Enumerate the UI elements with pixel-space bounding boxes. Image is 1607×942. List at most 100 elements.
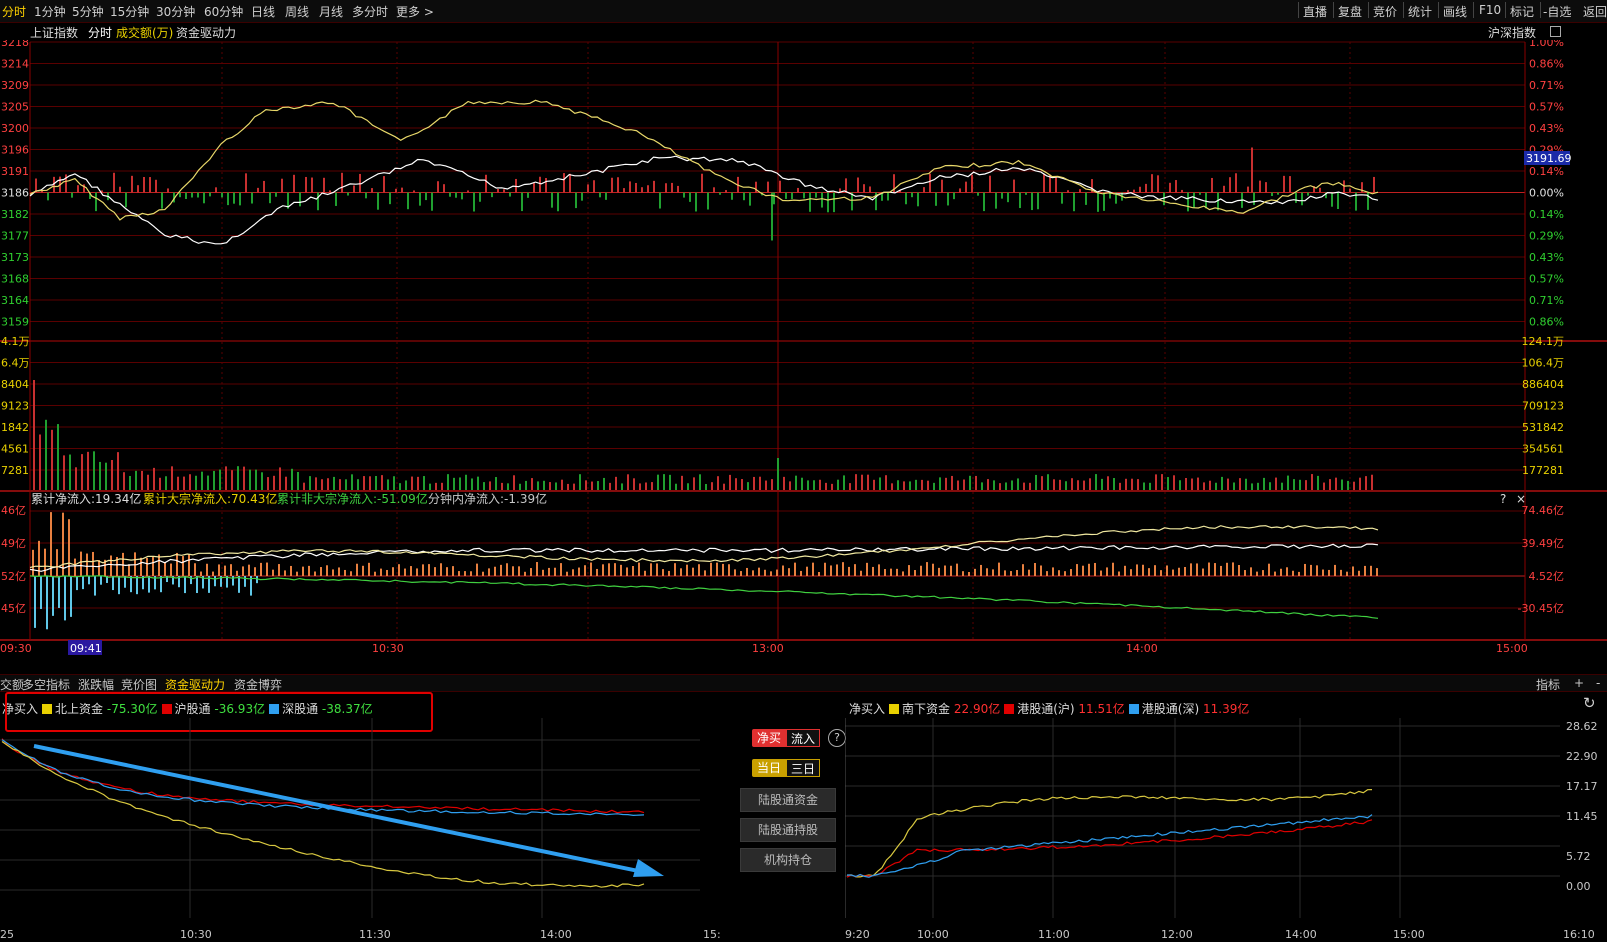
volume-tick-right: 124.1万 <box>1522 335 1565 348</box>
south-label-total: 南下资金 <box>902 702 951 716</box>
today-toggle[interactable]: 当日 <box>752 759 786 777</box>
north-sh-line <box>1 738 645 814</box>
price-tick-left: 3168 <box>1 273 29 286</box>
flow-legend-block: 累计大宗净流入:70.43亿 <box>143 491 277 506</box>
flow-legend-nonblock: 累计非大宗净流入:-51.09亿 <box>277 491 428 506</box>
south-y-tick-2: 17.17 <box>1566 780 1598 793</box>
north-x-label-1: 10:30 <box>180 928 212 941</box>
period-tab-week[interactable]: 周线 <box>285 3 309 20</box>
tab-fund-drive[interactable]: 资金驱动力 <box>165 676 225 693</box>
price-tick-left: 3205 <box>1 101 29 114</box>
f10-button[interactable]: F10 <box>1479 3 1501 17</box>
add-indicator-button[interactable]: + <box>1574 676 1584 690</box>
price-tick-right: 0.57% <box>1529 273 1564 286</box>
period-tab-15min[interactable]: 15分钟 <box>110 3 149 20</box>
price-tick-right: 0.43% <box>1529 251 1564 264</box>
divider <box>1473 2 1474 18</box>
time-label-0930: 09:30 <box>0 642 32 655</box>
draw-line-button[interactable]: 画线 <box>1443 3 1467 20</box>
back-button[interactable]: 返回 <box>1583 3 1607 20</box>
south-y-tick-3: 11.45 <box>1566 810 1598 823</box>
net-buy-toggle[interactable]: 净买 <box>752 729 786 747</box>
tab-turnover[interactable]: 交额 <box>0 676 24 693</box>
price-tick-left: 3214 <box>1 58 29 71</box>
three-days-toggle[interactable]: 三日 <box>786 759 820 777</box>
volume-tick-right: 177281 <box>1522 464 1564 477</box>
south-sh-line <box>846 819 1373 878</box>
inflow-toggle[interactable]: 流入 <box>786 729 820 747</box>
south-x-label-4: 14:00 <box>1285 928 1317 941</box>
flow-axis-left: 46亿 49亿 52亿 45亿 <box>1 504 26 615</box>
current-price-label: 3191.69 <box>1526 152 1572 165</box>
cum-net-inflow-line <box>29 543 1379 572</box>
flow-help-icon[interactable]: ? <box>1500 492 1506 506</box>
price-axis-right: 1.00% 0.86% 0.71% 0.57% 0.43% 0.29% 0.14% 0.00%… <box>1529 40 1564 329</box>
period-tab-60min[interactable]: 60分钟 <box>204 3 243 20</box>
remove-watchlist-button[interactable]: -自选 <box>1543 3 1571 20</box>
period-tab-5min[interactable]: 5分钟 <box>72 3 104 20</box>
volume-tick-right: 106.4万 <box>1522 357 1565 370</box>
south-x-label-1: 10:00 <box>917 928 949 941</box>
price-tick-left: 3177 <box>1 230 29 243</box>
volume-tick-right: 886404 <box>1522 378 1564 391</box>
divider <box>1438 2 1439 18</box>
south-y-tick-0: 28.62 <box>1566 720 1598 733</box>
period-tab-intraday[interactable]: 分时 <box>2 3 26 20</box>
remove-indicator-button[interactable]: - <box>1596 676 1600 690</box>
mark-button[interactable]: 标记 <box>1510 3 1534 20</box>
south-y-tick-5: 0.00 <box>1566 880 1591 893</box>
period-tab-month[interactable]: 月线 <box>319 3 343 20</box>
volume-tick-right: 354561 <box>1522 443 1564 456</box>
indicator-button[interactable]: 指标 <box>1536 676 1560 693</box>
price-tick-right: 1.00% <box>1529 40 1564 49</box>
divider <box>1505 2 1506 18</box>
price-tick-left: 3196 <box>1 144 29 157</box>
volume-grid <box>0 340 1607 492</box>
tab-auction[interactable]: 竞价图 <box>121 676 157 693</box>
chart-info-bar: 上证指数 分时 成交额(万) 资金驱动力 沪深指数 <box>0 22 1607 40</box>
tab-long-short[interactable]: 多空指标 <box>22 676 70 693</box>
connect-funds-button[interactable]: 陆股通资金 <box>740 788 836 812</box>
price-tick-right: 0.43% <box>1529 122 1564 135</box>
replay-button[interactable]: 复盘 <box>1338 3 1362 20</box>
south-value-sh: 11.51亿 <box>1078 702 1125 716</box>
volume-label: 成交额(万) <box>116 26 174 40</box>
flow-tick-right: 74.46亿 <box>1522 504 1565 517</box>
price-tick-left: 3182 <box>1 208 29 221</box>
south-y-tick-1: 22.90 <box>1566 750 1598 763</box>
period-tab-1min[interactable]: 1分钟 <box>34 3 66 20</box>
south-flow-chart: 28.62 22.90 17.17 11.45 5.72 0.00 9:20 1… <box>845 718 1598 941</box>
price-tick-right: 0.86% <box>1529 58 1564 71</box>
tab-fund-game[interactable]: 资金博弈 <box>234 676 282 693</box>
price-tick-right: 0.86% <box>1529 316 1564 329</box>
flow-tick-right: 39.49亿 <box>1522 537 1565 550</box>
shsz-index-switch[interactable]: 沪深指数 <box>1488 24 1536 41</box>
period-tab-30min[interactable]: 30分钟 <box>156 3 195 20</box>
period-tab-day[interactable]: 日线 <box>251 3 275 20</box>
south-swatch-blue <box>1128 704 1139 714</box>
south-value-sz: 11.39亿 <box>1202 702 1250 716</box>
flow-tick-right: 4.52亿 <box>1529 570 1565 583</box>
price-tick-left: 3164 <box>1 294 29 307</box>
connect-holdings-button[interactable]: 陆股通持股 <box>740 818 836 842</box>
tab-change[interactable]: 涨跌幅 <box>78 676 114 693</box>
auction-button[interactable]: 竞价 <box>1373 3 1397 20</box>
panel-toggle-icon[interactable] <box>1550 26 1561 37</box>
institution-holdings-button[interactable]: 机构持仓 <box>740 848 836 872</box>
south-label-sh: 港股通(沪) <box>1017 702 1075 716</box>
time-label-1500: 15:00 <box>1496 642 1528 655</box>
south-y-tick-4: 5.72 <box>1566 850 1591 863</box>
refresh-icon[interactable]: ↻ <box>1583 694 1596 712</box>
north-flow-chart: 25 10:30 11:30 14:00 15:00 <box>0 718 720 941</box>
price-tick-right: 0.71% <box>1529 79 1564 92</box>
north-x-label-3: 14:00 <box>540 928 572 941</box>
chart-mode: 分时 <box>88 26 113 40</box>
period-tab-more[interactable]: 更多 > <box>396 3 434 20</box>
divider <box>1333 2 1334 18</box>
statistics-button[interactable]: 统计 <box>1408 3 1432 20</box>
volume-tick-left: 9123 <box>1 400 29 413</box>
help-icon[interactable]: ? <box>828 729 846 747</box>
price-tick-left: 3218 <box>1 40 29 49</box>
period-tab-multi-intraday[interactable]: 多分时 <box>352 3 388 20</box>
live-button[interactable]: 直播 <box>1303 3 1327 20</box>
